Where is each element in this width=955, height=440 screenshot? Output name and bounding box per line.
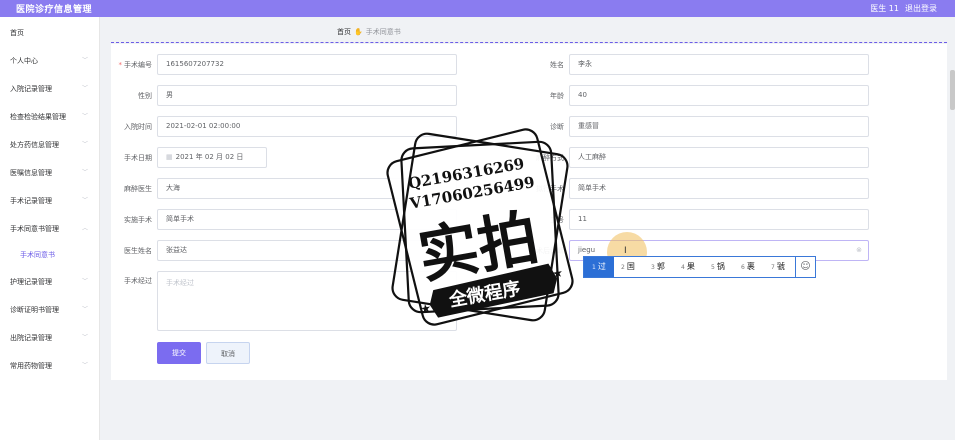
chevron-down-icon: ﹀ <box>81 113 88 120</box>
ime-candidate-3[interactable]: 3郭 <box>651 257 665 277</box>
chevron-down-icon: ﹀ <box>81 362 88 369</box>
chevron-up-icon: ︿ <box>81 225 88 232</box>
gender-label: 性别 <box>138 92 152 100</box>
ime-candidate-2[interactable]: 2国 <box>621 257 635 277</box>
anesthetist-field[interactable]: 大海 <box>157 178 457 199</box>
submit-button[interactable]: 提交 <box>157 342 201 364</box>
doctor-name-field[interactable]: 张益达 <box>157 240 457 261</box>
sidebar-item-drugs[interactable]: 常用药物管理 ﹀ <box>0 356 100 376</box>
surgery-course-textarea[interactable]: 手术经过 <box>157 271 457 331</box>
chevron-down-icon: ﹀ <box>81 85 88 92</box>
sidebar-item-admission[interactable]: 入院记录管理 ﹀ <box>0 79 100 99</box>
scrollbar-thumb[interactable] <box>950 70 955 110</box>
ime-candidate-bar: 1过 2国 3郭 4果 5锅 6裹 7虢 ☺ <box>583 256 816 278</box>
sidebar-item-discharge[interactable]: 出院记录管理 ﹀ <box>0 328 100 348</box>
postop-diagnosis-label: 术后诊断 <box>536 247 564 255</box>
surgery-no-label: * 手术编号 <box>118 61 153 69</box>
diagnosis-label: 诊断 <box>550 123 564 131</box>
divider <box>111 42 947 43</box>
ime-candidate-1[interactable]: 1过 <box>584 257 614 277</box>
surgery-date-picker[interactable]: ▦ 2021 年 02 月 02 日 <box>157 147 267 168</box>
text-cursor-icon: I <box>624 246 627 256</box>
sidebar-item-profile[interactable]: 个人中心 ﹀ <box>0 51 100 71</box>
breadcrumb: 首页 ✋ 手术同意书 <box>337 27 401 37</box>
ime-candidate-6[interactable]: 6裹 <box>741 257 755 277</box>
chevron-down-icon: ﹀ <box>81 57 88 64</box>
anesthesia-method-label: 麻醉方式 <box>536 154 564 162</box>
calendar-icon: ▦ <box>166 153 173 161</box>
cancel-button[interactable]: 取消 <box>206 342 250 364</box>
planned-surgery-field[interactable]: 简单手术 <box>569 178 869 199</box>
sidebar-item-nursing[interactable]: 护理记录管理 ﹀ <box>0 272 100 292</box>
anesthetist-label: 麻醉医生 <box>124 185 152 193</box>
gender-field[interactable]: 男 <box>157 85 457 106</box>
sidebar: 首页 个人中心 ﹀ 入院记录管理 ﹀ 检查检验结果管理 ﹀ 处方药信息管理 ﹀ 医嘱信息… <box>0 17 100 440</box>
emoji-icon[interactable]: ☺ <box>795 257 815 277</box>
breadcrumb-home[interactable]: 首页 <box>337 28 351 36</box>
chevron-down-icon: ﹀ <box>81 197 88 204</box>
sidebar-item-prescriptions[interactable]: 处方药信息管理 ﹀ <box>0 135 100 155</box>
ime-candidate-5[interactable]: 5锅 <box>711 257 725 277</box>
sidebar-item-surgery-records[interactable]: 手术记录管理 ﹀ <box>0 191 100 211</box>
age-field[interactable]: 40 <box>569 85 869 106</box>
sidebar-item-consent[interactable]: 手术同意书 <box>0 245 100 265</box>
sidebar-item-exam-results[interactable]: 检查检验结果管理 ﹀ <box>0 107 100 127</box>
chevron-down-icon: ﹀ <box>81 334 88 341</box>
chevron-down-icon: ﹀ <box>81 306 88 313</box>
doctor-name-label: 医生姓名 <box>124 247 152 255</box>
sidebar-item-orders[interactable]: 医嘱信息管理 ﹀ <box>0 163 100 183</box>
clear-icon[interactable]: ⊗ <box>856 241 862 260</box>
actual-surgery-field[interactable]: 简单手术 <box>157 209 457 230</box>
employee-no-label: 工号 <box>550 216 564 224</box>
app-title: 医院诊疗信息管理 <box>16 5 93 15</box>
ime-candidate-7[interactable]: 7虢 <box>771 257 785 277</box>
surgery-date-label: 手术日期 <box>124 154 152 162</box>
sidebar-item-home[interactable]: 首页 <box>0 23 100 43</box>
sidebar-item-consent-mgmt[interactable]: 手术同意书管理 ︿ <box>0 219 100 239</box>
chevron-down-icon: ﹀ <box>81 141 88 148</box>
actual-surgery-label: 实施手术 <box>124 216 152 224</box>
hand-icon: ✋ <box>354 28 363 36</box>
anesthesia-method-field[interactable]: 人工麻醉 <box>569 147 869 168</box>
admit-time-label: 入院时间 <box>124 123 152 131</box>
surgery-no-field[interactable]: 1615607207732 <box>157 54 457 75</box>
chevron-down-icon: ﹀ <box>81 278 88 285</box>
planned-surgery-label: 拟行手术 <box>536 185 564 193</box>
chevron-down-icon: ﹀ <box>81 169 88 176</box>
age-label: 年龄 <box>550 92 564 100</box>
admit-time-field[interactable]: 2021-02-01 02:00:00 <box>157 116 457 137</box>
current-user: 医生 11 <box>870 4 899 13</box>
sidebar-item-certificates[interactable]: 诊断证明书管理 ﹀ <box>0 300 100 320</box>
employee-no-field[interactable]: 11 <box>569 209 869 230</box>
name-field[interactable]: 李永 <box>569 54 869 75</box>
breadcrumb-current: 手术同意书 <box>365 28 401 36</box>
ime-candidate-4[interactable]: 4果 <box>681 257 695 277</box>
diagnosis-field[interactable]: 重感冒 <box>569 116 869 137</box>
surgery-course-label: 手术经过 <box>124 277 152 285</box>
top-bar: 医院诊疗信息管理 医生 11 退出登录 <box>0 0 955 17</box>
logout-link[interactable]: 退出登录 <box>905 3 937 14</box>
name-label: 姓名 <box>550 61 564 69</box>
